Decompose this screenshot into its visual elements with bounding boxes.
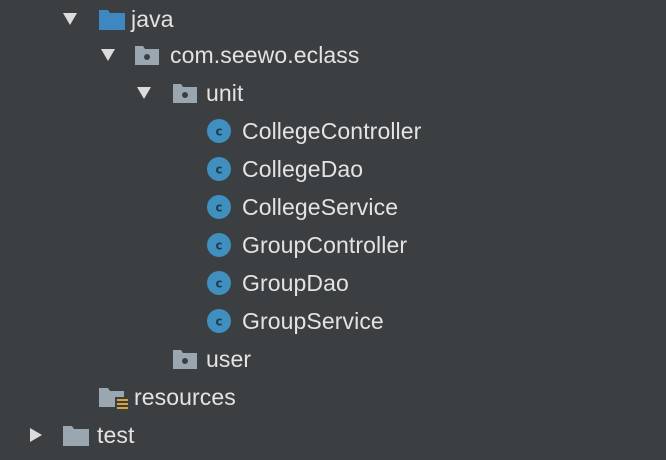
tree-node-java[interactable]: java [0, 0, 666, 38]
tree-node-label: test [97, 422, 135, 448]
folder-icon [62, 423, 90, 447]
resources-folder-icon [98, 385, 132, 413]
tree-node-class[interactable]: c CollegeService [0, 188, 666, 226]
tree-node-test[interactable]: test [0, 416, 666, 454]
tree-node-label: GroupService [242, 308, 384, 334]
package-icon [134, 44, 160, 66]
svg-text:c: c [215, 239, 222, 253]
tree-node-class[interactable]: c CollegeController [0, 112, 666, 150]
expand-arrow-down-icon[interactable] [134, 83, 154, 103]
tree-node-user[interactable]: user [0, 340, 666, 378]
tree-node-label: CollegeDao [242, 156, 364, 182]
tree-node-label: java [131, 6, 174, 32]
class-icon: c [206, 270, 232, 296]
package-icon [172, 82, 198, 104]
class-icon: c [206, 156, 232, 182]
tree-node-resources[interactable]: resources [0, 378, 666, 416]
class-icon: c [206, 232, 232, 258]
tree-node-class[interactable]: c GroupController [0, 226, 666, 264]
svg-text:c: c [215, 163, 222, 177]
svg-text:c: c [215, 277, 222, 291]
tree-node-label: resources [134, 384, 236, 410]
expand-arrow-down-icon[interactable] [60, 9, 80, 29]
tree-node-label: unit [206, 80, 244, 106]
class-icon: c [206, 118, 232, 144]
tree-node-label: CollegeService [242, 194, 399, 220]
tree-node-class[interactable]: c GroupDao [0, 264, 666, 302]
svg-text:c: c [215, 315, 222, 329]
tree-node-label: CollegeController [242, 118, 422, 144]
tree-node-label: com.seewo.eclass [170, 42, 360, 68]
source-folder-icon [98, 7, 126, 31]
tree-node-class[interactable]: c CollegeDao [0, 150, 666, 188]
tree-node-label: user [206, 346, 252, 372]
tree-node-unit[interactable]: unit [0, 74, 666, 112]
package-icon [172, 348, 198, 370]
tree-node-package[interactable]: com.seewo.eclass [0, 36, 666, 74]
tree-node-label: GroupController [242, 232, 408, 258]
expand-arrow-right-icon[interactable] [26, 425, 46, 445]
class-icon: c [206, 308, 232, 334]
svg-text:c: c [215, 201, 222, 215]
tree-node-label: GroupDao [242, 270, 349, 296]
project-tree: java com.seewo.eclass unit c CollegeCont… [0, 0, 666, 460]
class-icon: c [206, 194, 232, 220]
tree-node-class[interactable]: c GroupService [0, 302, 666, 340]
svg-text:c: c [215, 125, 222, 139]
expand-arrow-down-icon[interactable] [98, 45, 118, 65]
